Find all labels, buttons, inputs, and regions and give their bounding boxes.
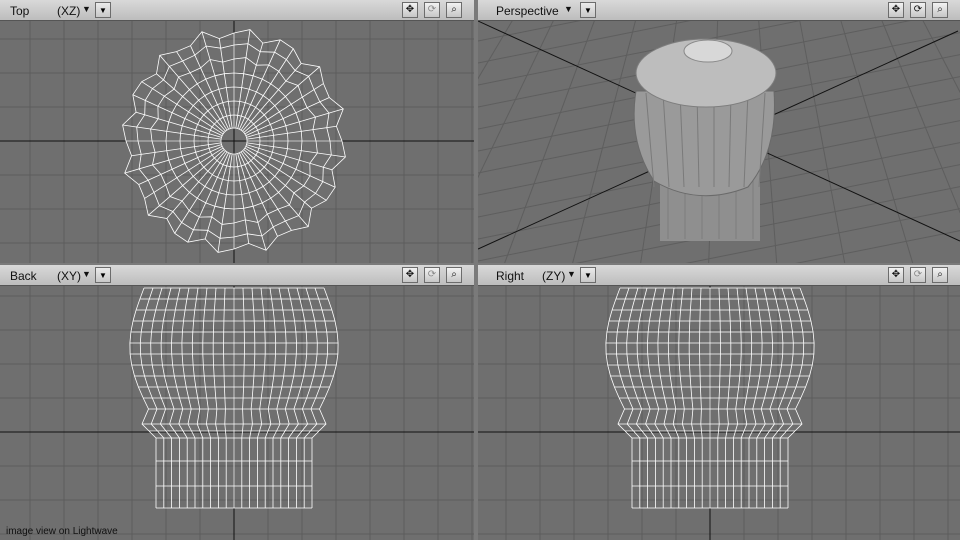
rotate-icon[interactable]: ⟳ xyxy=(910,267,926,283)
spoke-edge xyxy=(242,63,302,132)
rotate-icon[interactable]: ⟳ xyxy=(424,267,440,283)
viewport-menu-button[interactable]: ▼ xyxy=(95,2,111,18)
zoom-icon[interactable]: ⌕ xyxy=(446,267,462,283)
view-axis-label[interactable]: (XY) xyxy=(57,269,81,283)
grid xyxy=(0,286,474,540)
wireframe-canvas[interactable] xyxy=(0,21,474,263)
grid-line xyxy=(504,21,595,263)
viewport-title[interactable]: Top xyxy=(10,4,29,18)
perspective-canvas[interactable] xyxy=(478,21,960,263)
move-icon[interactable]: ✥ xyxy=(402,267,418,283)
viewport-menu-button[interactable]: ▼ xyxy=(95,267,111,283)
spoke-edge xyxy=(166,150,226,219)
grid-line xyxy=(840,21,914,263)
image-caption: image view on Lightwave xyxy=(6,526,118,537)
rotate-icon[interactable]: ⟳ xyxy=(910,2,926,18)
dropdown-arrow-icon[interactable]: ▼ xyxy=(564,4,573,14)
viewport-header: Back (XY) ▼ ▼ ✥ ⟳ ⌕ xyxy=(0,265,474,286)
grid-line xyxy=(799,21,846,263)
zoom-icon[interactable]: ⌕ xyxy=(932,2,948,18)
spoke-edge xyxy=(243,149,312,209)
model-cap-top xyxy=(683,39,733,63)
viewport-back[interactable]: Back (XY) ▼ ▼ ✥ ⟳ ⌕ image view on Lightw… xyxy=(0,265,474,540)
grid-line xyxy=(922,21,960,94)
zoom-icon[interactable]: ⌕ xyxy=(446,2,462,18)
spoke-edge xyxy=(156,73,225,133)
wireframe-canvas[interactable] xyxy=(478,286,960,540)
viewport-top[interactable]: Top (XZ) ▼ ▼ ✥ ⟳ ⌕ xyxy=(0,0,474,263)
dropdown-arrow-icon[interactable]: ▼ xyxy=(82,4,91,14)
viewport-title[interactable]: Back xyxy=(10,269,37,283)
move-icon[interactable]: ✥ xyxy=(888,267,904,283)
viewport-menu-button[interactable]: ▼ xyxy=(580,2,596,18)
side-wireframe xyxy=(605,287,815,509)
dropdown-arrow-icon[interactable]: ▼ xyxy=(567,269,576,279)
move-icon[interactable]: ✥ xyxy=(402,2,418,18)
viewport-title[interactable]: Right xyxy=(496,269,524,283)
move-icon[interactable]: ✥ xyxy=(888,2,904,18)
view-axis-label[interactable]: (ZY) xyxy=(542,269,565,283)
viewport-header: Perspective ▼ ▼ ✥ ⟳ ⌕ xyxy=(478,0,960,21)
viewport-menu-button[interactable]: ▼ xyxy=(580,267,596,283)
spoke-edge xyxy=(218,38,233,129)
spoke-edge xyxy=(246,125,337,140)
wireframe-canvas[interactable] xyxy=(0,286,474,540)
spoke-edge xyxy=(235,153,250,244)
grid-line xyxy=(572,21,636,263)
grid-line xyxy=(478,21,513,80)
view-axis-label[interactable]: (XZ) xyxy=(57,4,80,18)
viewport-perspective[interactable]: Perspective ▼ ▼ ✥ ⟳ ⌕ xyxy=(478,0,960,263)
viewport-title[interactable]: Perspective xyxy=(496,4,559,18)
grid xyxy=(0,21,474,263)
zoom-icon[interactable]: ⌕ xyxy=(932,267,948,283)
dropdown-arrow-icon[interactable]: ▼ xyxy=(82,269,91,279)
rotate-icon[interactable]: ⟳ xyxy=(424,2,440,18)
spoke-edge xyxy=(131,142,222,157)
viewport-right[interactable]: Right (ZY) ▼ ▼ ✥ ⟳ ⌕ xyxy=(478,265,960,540)
viewport-header: Top (XZ) ▼ ▼ ✥ ⟳ ⌕ xyxy=(0,0,474,21)
viewport-header: Right (ZY) ▼ ▼ ✥ ⟳ ⌕ xyxy=(478,265,960,286)
side-wireframe xyxy=(129,287,339,509)
